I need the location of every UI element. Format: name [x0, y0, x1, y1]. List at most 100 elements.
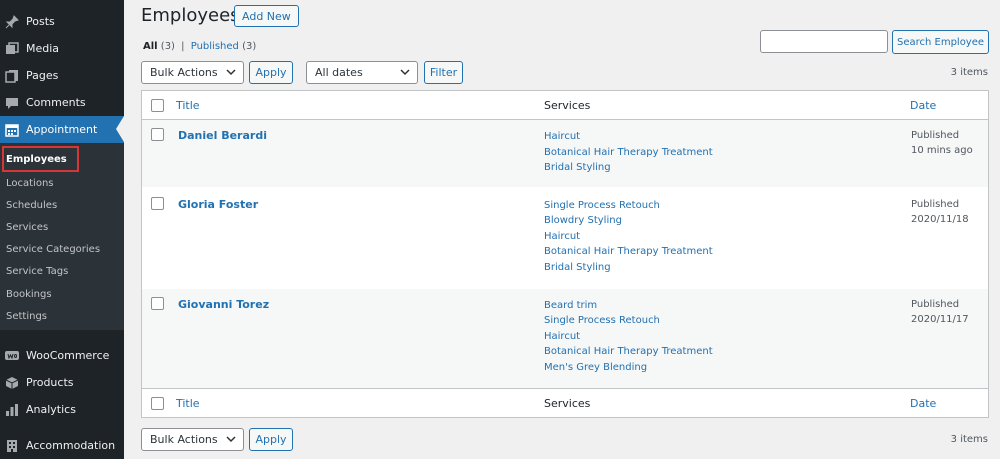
bulk-actions-value: Bulk Actions — [150, 66, 218, 79]
main-content: Employees Add New All (3) | Published (3… — [124, 0, 1000, 459]
chevron-down-icon — [226, 66, 236, 81]
media-icon — [4, 41, 20, 57]
column-date-link[interactable]: Date — [910, 99, 936, 112]
bulk-actions-value: Bulk Actions — [150, 433, 218, 446]
column-services: Services — [544, 397, 591, 410]
page-title: Employees — [141, 5, 240, 26]
service-link[interactable]: Botanical Hair Therapy Treatment — [544, 147, 713, 158]
row-date: 2020/11/17 — [911, 314, 969, 325]
submenu-item-locations[interactable]: Locations — [6, 178, 54, 189]
table-row: Gloria Foster Single Process Retouch Blo… — [142, 187, 988, 289]
employee-name-link[interactable]: Giovanni Torez — [178, 298, 269, 311]
sidebar-item-products[interactable]: Products — [0, 369, 124, 396]
sidebar-item-woocommerce[interactable]: WooCommerce — [0, 342, 124, 369]
products-icon — [4, 375, 20, 391]
chevron-down-icon — [400, 66, 410, 81]
sidebar-item-comments[interactable]: Comments — [0, 89, 124, 116]
select-all-checkbox[interactable] — [151, 99, 164, 112]
filter-button[interactable]: Filter — [424, 61, 463, 84]
date-filter-value: All dates — [315, 66, 363, 79]
sidebar-item-analytics[interactable]: Analytics — [0, 396, 124, 423]
submenu-item-service-categories[interactable]: Service Categories — [6, 244, 100, 255]
search-employee-button[interactable]: Search Employee — [892, 30, 989, 54]
service-link[interactable]: Haircut — [544, 131, 580, 142]
row-status: Published — [911, 299, 960, 310]
search-input[interactable] — [760, 30, 888, 53]
submenu-item-service-tags[interactable]: Service Tags — [6, 266, 68, 277]
table-header: Title Services Date — [142, 91, 988, 120]
filter-published-count: (3) — [242, 41, 257, 52]
sidebar-item-label: Accommodation — [26, 439, 116, 452]
row-checkbox[interactable] — [151, 197, 164, 210]
service-link[interactable]: Botanical Hair Therapy Treatment — [544, 246, 713, 257]
row-date: 2020/11/18 — [911, 214, 969, 225]
items-count-bottom: 3 items — [950, 434, 988, 445]
service-link[interactable]: Men's Grey Blending — [544, 362, 647, 373]
apply-button[interactable]: Apply — [249, 61, 293, 84]
sidebar-item-accommodation[interactable]: Accommodation — [0, 432, 124, 459]
filter-separator: | — [181, 41, 185, 52]
row-status: Published — [911, 130, 960, 141]
sidebar-item-media[interactable]: Media — [0, 35, 124, 62]
apply-button-bottom[interactable]: Apply — [249, 428, 293, 451]
employee-name-link[interactable]: Gloria Foster — [178, 198, 258, 211]
pin-icon — [4, 14, 20, 30]
submenu-item-schedules[interactable]: Schedules — [6, 200, 57, 211]
sidebar-item-label: Analytics — [26, 403, 76, 416]
row-date: 10 mins ago — [911, 145, 973, 156]
sidebar-item-label: Media — [26, 42, 60, 55]
submenu-item-bookings[interactable]: Bookings — [6, 289, 52, 300]
table-row: Daniel Berardi Haircut Botanical Hair Th… — [142, 120, 988, 187]
table-footer: Title Services Date — [142, 388, 988, 417]
sidebar-item-posts[interactable]: Posts — [0, 8, 124, 35]
column-title-link[interactable]: Title — [176, 397, 200, 410]
bulk-actions-select-bottom[interactable]: Bulk Actions — [141, 428, 244, 451]
service-link[interactable]: Blowdry Styling — [544, 215, 622, 226]
service-link[interactable]: Single Process Retouch — [544, 200, 660, 211]
analytics-icon — [4, 402, 20, 418]
employees-table: Title Services Date Daniel Berardi Hairc… — [141, 90, 989, 418]
add-new-button[interactable]: Add New — [234, 5, 299, 27]
column-title-link[interactable]: Title — [176, 99, 200, 112]
date-filter-select[interactable]: All dates — [306, 61, 418, 84]
service-link[interactable]: Bridal Styling — [544, 162, 611, 173]
sidebar-item-label: Comments — [26, 96, 86, 109]
calendar-icon — [4, 122, 20, 138]
admin-sidebar: Posts Media Pages Comments Appointment E… — [0, 0, 124, 459]
service-link[interactable]: Bridal Styling — [544, 262, 611, 273]
sidebar-item-label: Pages — [26, 69, 59, 82]
chevron-down-icon — [226, 433, 236, 448]
employee-name-link[interactable]: Daniel Berardi — [178, 129, 267, 142]
row-status: Published — [911, 199, 960, 210]
filter-published-link[interactable]: Published — [191, 41, 239, 52]
service-link[interactable]: Beard trim — [544, 300, 597, 311]
items-count: 3 items — [950, 67, 988, 78]
sidebar-item-label: Appointment — [26, 123, 98, 136]
sidebar-item-pages[interactable]: Pages — [0, 62, 124, 89]
service-link[interactable]: Botanical Hair Therapy Treatment — [544, 346, 713, 357]
row-checkbox[interactable] — [151, 128, 164, 141]
sidebar-item-appointment[interactable]: Appointment — [0, 116, 124, 143]
comment-icon — [4, 95, 20, 111]
sidebar-item-label: WooCommerce — [26, 349, 110, 362]
filter-all-count: (3) — [160, 41, 175, 52]
sidebar-item-label: Products — [26, 376, 74, 389]
active-menu-arrow — [116, 116, 124, 142]
highlight-box — [2, 146, 79, 172]
column-date-link[interactable]: Date — [910, 397, 936, 410]
row-checkbox[interactable] — [151, 297, 164, 310]
bulk-actions-select[interactable]: Bulk Actions — [141, 61, 244, 84]
service-link[interactable]: Single Process Retouch — [544, 315, 660, 326]
service-link[interactable]: Haircut — [544, 231, 580, 242]
building-icon — [4, 438, 20, 454]
submenu-item-settings[interactable]: Settings — [6, 311, 47, 322]
submenu-item-services[interactable]: Services — [6, 222, 48, 233]
column-services: Services — [544, 99, 591, 112]
sidebar-item-label: Posts — [26, 15, 55, 28]
service-link[interactable]: Haircut — [544, 331, 580, 342]
table-row: Giovanni Torez Beard trim Single Process… — [142, 289, 988, 388]
filter-all-link[interactable]: All — [143, 41, 158, 52]
status-filter-links: All (3) | Published (3) — [143, 41, 256, 52]
pages-icon — [4, 68, 20, 84]
select-all-checkbox-footer[interactable] — [151, 397, 164, 410]
